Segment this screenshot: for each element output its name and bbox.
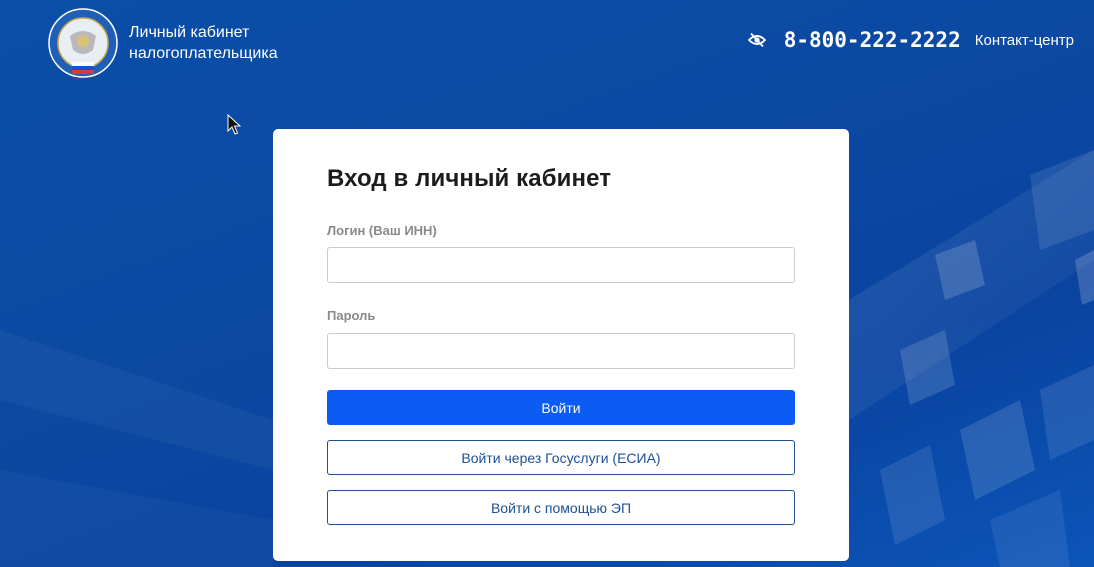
contact-center-link[interactable]: Контакт-центр	[975, 32, 1074, 49]
login-label: Логин (Ваш ИНН)	[327, 223, 437, 238]
site-brand[interactable]: Личный кабинет налогоплательщика	[129, 22, 278, 64]
brand-line-2: налогоплательщика	[129, 45, 278, 62]
brand-line-1: Личный кабинет	[129, 24, 250, 41]
login-input[interactable]	[327, 247, 795, 283]
login-card: Вход в личный кабинет Логин (Ваш ИНН) Па…	[273, 129, 849, 561]
hotline-phone[interactable]: 8-800-222-2222	[784, 28, 961, 52]
eye-off-icon[interactable]	[747, 32, 766, 48]
login-button[interactable]: Войти	[327, 390, 795, 425]
ep-login-button[interactable]: Войти с помощью ЭП	[327, 490, 795, 525]
password-input[interactable]	[327, 333, 795, 369]
header-contacts: 8-800-222-2222 Контакт-центр	[747, 28, 1074, 52]
password-label: Пароль	[327, 308, 376, 323]
fns-emblem-icon[interactable]	[48, 8, 118, 78]
mouse-pointer-icon	[227, 114, 241, 135]
gosuslugi-login-button[interactable]: Войти через Госуслуги (ЕСИА)	[327, 440, 795, 475]
login-title: Вход в личный кабинет	[327, 165, 612, 192]
